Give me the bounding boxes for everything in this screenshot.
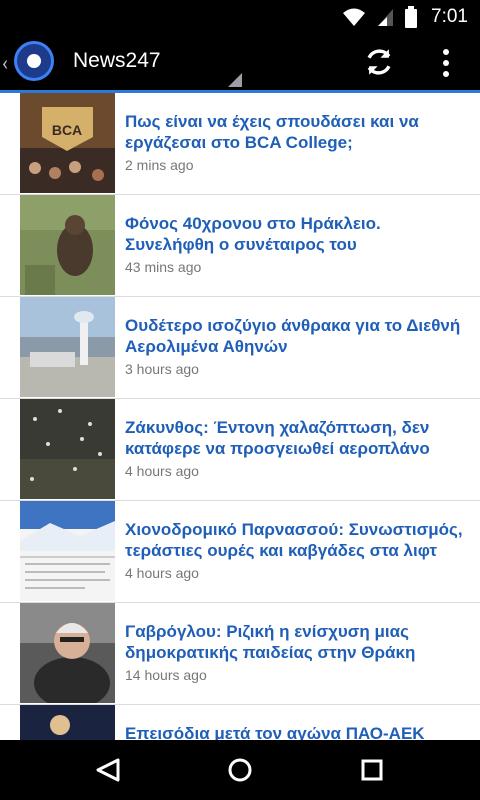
home-nav-icon[interactable]	[220, 750, 260, 790]
news-headline[interactable]: Φόνος 40χρονου στο Ηράκλειο. Συνελήφθη ο…	[125, 213, 470, 255]
back-nav-icon[interactable]	[88, 750, 128, 790]
app-title[interactable]: News247	[73, 49, 161, 73]
news-thumbnail	[20, 297, 115, 397]
svg-text:BCA: BCA	[52, 122, 82, 138]
news-headline[interactable]: Ζάκυνθος: Έντονη χαλαζόπτωση, δεν κατάφε…	[125, 417, 470, 459]
news-item[interactable]: Γαβρόγλου: Ριζική η ενίσχυση μιας δημοκρ…	[0, 603, 480, 705]
news-time: 14 hours ago	[125, 667, 207, 683]
news-thumbnail	[20, 705, 115, 740]
battery-icon	[405, 6, 417, 28]
news-thumbnail	[20, 603, 115, 703]
news-item[interactable]: Επεισόδια μετά τον αγώνα ΠΑΟ-ΑΕΚ	[0, 705, 480, 740]
news-headline[interactable]: Επεισόδια μετά τον αγώνα ΠΑΟ-ΑΕΚ	[125, 723, 470, 740]
action-bar: ‹ News247	[0, 33, 480, 90]
news-thumbnail: BCA	[20, 93, 115, 193]
news-thumbnail	[20, 501, 115, 601]
status-bar: 7:01	[0, 0, 480, 33]
signal-icon	[378, 9, 393, 26]
spinner-indicator-icon[interactable]	[228, 73, 242, 87]
news-item[interactable]: Χιονοδρομικό Παρνασσού: Συνωστισμός, τερ…	[0, 501, 480, 603]
news-time: 3 hours ago	[125, 361, 199, 377]
news-headline[interactable]: Γαβρόγλου: Ριζική η ενίσχυση μιας δημοκρ…	[125, 621, 470, 663]
recents-nav-icon[interactable]	[352, 750, 392, 790]
news-time: 43 mins ago	[125, 259, 202, 275]
status-icons	[342, 6, 418, 28]
refresh-icon[interactable]	[362, 45, 396, 79]
wifi-icon	[343, 8, 365, 26]
news-time: 4 hours ago	[125, 463, 199, 479]
news-headline[interactable]: Χιονοδρομικό Παρνασσού: Συνωστισμός, τερ…	[125, 519, 470, 561]
overflow-menu-icon[interactable]	[436, 47, 456, 79]
status-time: 7:01	[431, 6, 468, 27]
news-headline[interactable]: Πως είναι να έχεις σπουδάσει και να εργά…	[125, 111, 470, 153]
news-item[interactable]: Ουδέτερο ισοζύγιο άνθρακα για το Διεθνή …	[0, 297, 480, 399]
news-thumbnail	[20, 195, 115, 295]
news-thumbnail	[20, 399, 115, 499]
news-time: 2 mins ago	[125, 157, 194, 173]
navigation-bar	[0, 740, 480, 800]
app-logo[interactable]	[14, 41, 54, 81]
news-item[interactable]: BCA Πως είναι να έχεις σπουδάσει και να …	[0, 93, 480, 195]
news-list[interactable]: BCA Πως είναι να έχεις σπουδάσει και να …	[0, 93, 480, 740]
news-time: 4 hours ago	[125, 565, 199, 581]
back-caret-icon[interactable]: ‹	[2, 51, 8, 75]
news-headline[interactable]: Ουδέτερο ισοζύγιο άνθρακα για το Διεθνή …	[125, 315, 470, 357]
news-item[interactable]: Φόνος 40χρονου στο Ηράκλειο. Συνελήφθη ο…	[0, 195, 480, 297]
news-item[interactable]: Ζάκυνθος: Έντονη χαλαζόπτωση, δεν κατάφε…	[0, 399, 480, 501]
